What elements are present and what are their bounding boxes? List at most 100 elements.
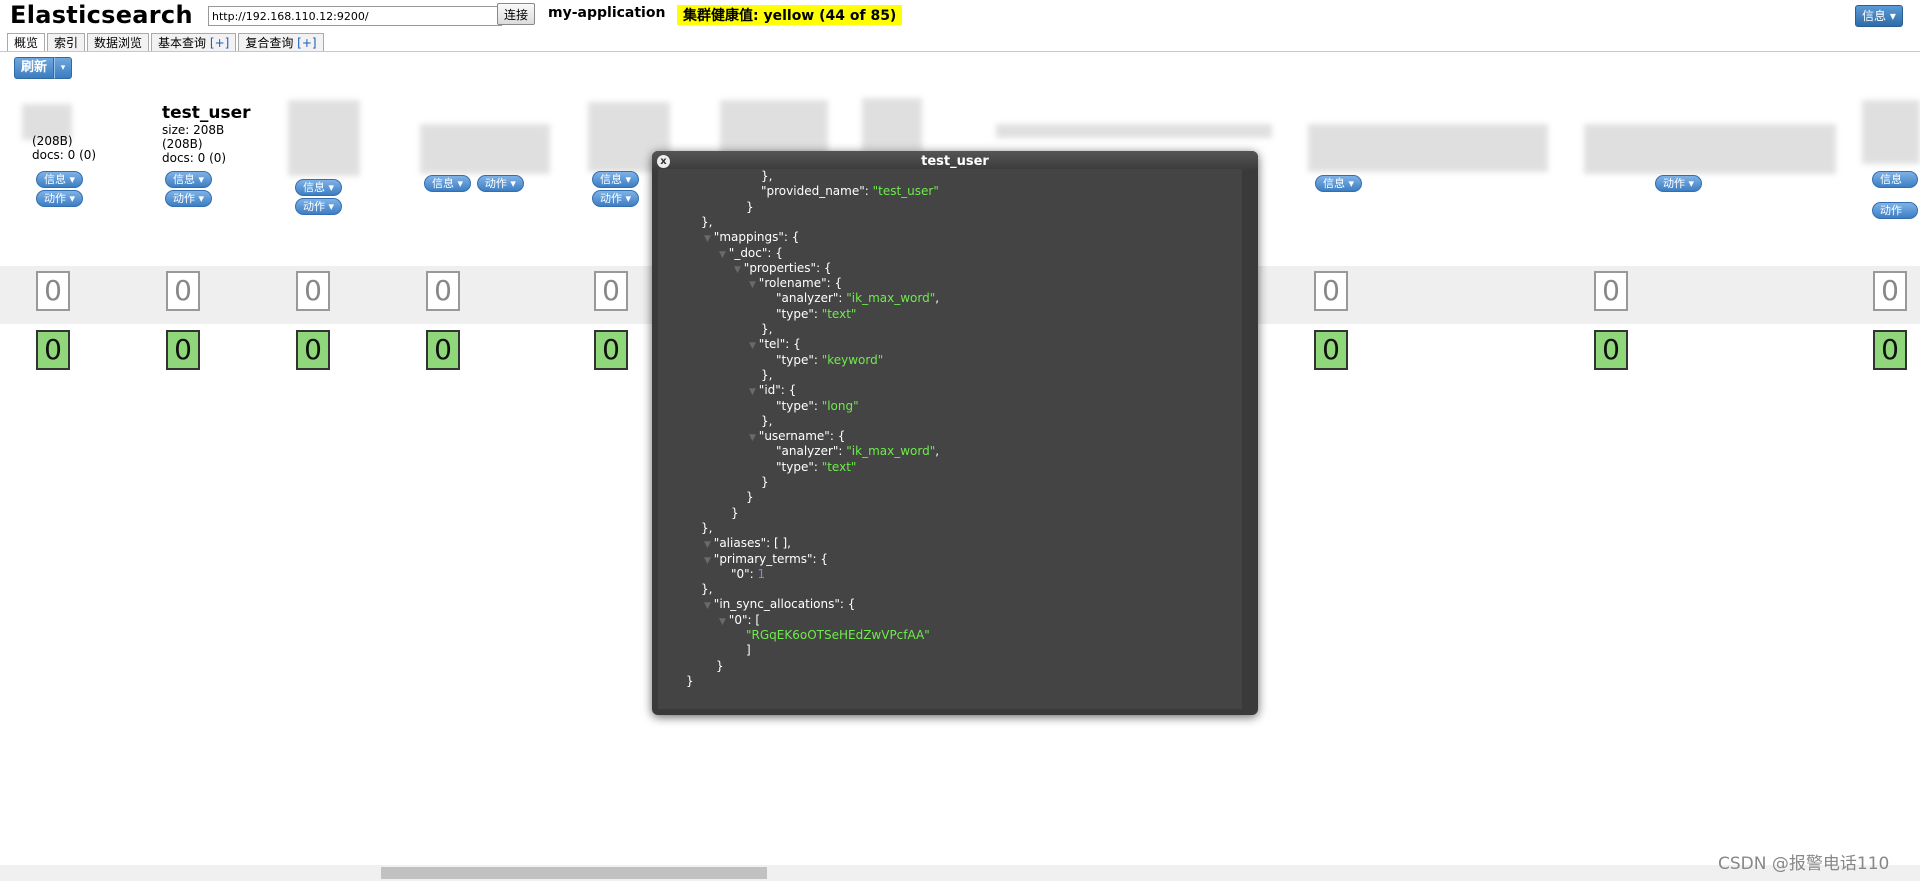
blurred-index-name [420,124,550,174]
index-info-button[interactable]: 信息 ▾ [424,175,472,192]
index-action-button[interactable]: 动作 ▾ [165,190,213,207]
collapse-toggle-icon[interactable]: ▼ [704,601,714,611]
index-size: (208B) [32,134,73,148]
primary-shard-cell[interactable]: 0 [426,330,460,370]
index-action-button[interactable]: 动作 ▾ [1655,175,1703,192]
primary-shard-cell[interactable]: 0 [296,330,330,370]
replica-shard-cell[interactable]: 0 [1314,271,1348,311]
collapse-toggle-icon[interactable]: ▼ [749,433,759,443]
json-line: "type": "text" [776,460,856,475]
json-number: 1 [757,566,766,581]
primary-shard-cell[interactable]: 0 [36,330,70,370]
replica-shard-cell[interactable]: 0 [166,271,200,311]
index-action-button[interactable]: 动作 ▾ [476,175,524,192]
blurred-index-name [1862,100,1920,164]
blurred-index-name [996,124,1272,138]
collapse-toggle-icon[interactable]: ▼ [749,280,759,290]
index-info-button[interactable]: 信息 ▾ [295,179,343,196]
json-token: }, [701,520,713,535]
json-line: }, [701,215,712,230]
json-line: } [746,200,754,215]
blurred-index-name [1584,124,1836,174]
primary-shard-cell[interactable]: 0 [1873,330,1907,370]
index-buttons: 信息 ▾ 动作 ▾ [592,170,641,208]
index-action-button[interactable]: 动作 ▾ [1872,202,1918,232]
index-buttons: 信息 ▾ 动作 ▾ [36,170,85,208]
json-token: "provided_name": [761,184,873,199]
replica-shard-cell[interactable]: 0 [594,271,628,311]
collapse-toggle-icon[interactable]: ▼ [749,387,759,397]
horizontal-scroll-thumb[interactable] [381,867,767,879]
add-tab-link[interactable]: [+] [297,36,316,50]
index-action-button[interactable]: 动作 ▾ [295,198,343,215]
json-token: } [716,658,724,673]
index-info-button[interactable]: 信息 ▾ [592,171,640,188]
replica-shard-cell[interactable]: 0 [1873,271,1907,311]
json-token: "id": { [758,383,797,398]
replica-shard-cell[interactable]: 0 [296,271,330,311]
json-line: }, [701,521,712,536]
index-info-button[interactable]: 信息 ▾ [1872,171,1918,201]
app-logo: Elasticsearch [10,1,193,29]
index-action-button[interactable]: 动作 ▾ [36,190,84,207]
json-token: "in_sync_allocations": { [713,597,856,612]
index-info-button[interactable]: 信息 ▾ [165,171,213,188]
add-tab-link[interactable]: [+] [210,36,229,50]
replica-shard-cell[interactable]: 0 [1594,271,1628,311]
json-line: "type": "keyword" [776,353,883,368]
tab-bar: 概览 索引 数据浏览 基本查询 [+] 复合查询 [+] [7,33,326,52]
json-line: } [731,506,739,521]
collapse-toggle-icon[interactable]: ▼ [719,250,729,260]
json-token: "_doc": { [728,245,783,260]
json-line: "provided_name": "test_user" [761,184,939,199]
refresh-button[interactable]: 刷新 [14,57,55,79]
json-token: "analyzer": [776,444,847,459]
index-info-button[interactable]: 信息 ▾ [1315,175,1363,192]
primary-shard-cell[interactable]: 0 [1314,330,1348,370]
primary-shard-cell[interactable]: 0 [1594,330,1628,370]
index-info-button[interactable]: 信息 ▾ [36,171,84,188]
collapse-toggle-icon[interactable]: ▼ [734,265,744,275]
json-token: }, [761,322,773,336]
json-line: }, [761,414,772,429]
json-string: "text" [821,459,857,474]
json-line: "RGqEK6oOTSeHEdZwVPcfAA" [746,628,930,643]
cluster-health-badge: 集群健康值: yellow (44 of 85) [677,5,903,25]
replica-shard-cell[interactable]: 0 [426,271,460,311]
json-line: } [716,659,724,674]
tab-indices[interactable]: 索引 [47,33,86,52]
index-title: test_user [162,103,251,123]
primary-shard-cell[interactable]: 0 [166,330,200,370]
refresh-control: 刷新 ▾ [14,57,73,79]
json-token: "aliases": [ ], [713,536,791,551]
refresh-dropdown-icon[interactable]: ▾ [54,57,73,79]
tab-overview[interactable]: 概览 [7,33,46,52]
json-token: }, [701,582,713,597]
collapse-toggle-icon[interactable]: ▼ [704,556,714,566]
primary-shard-cell[interactable]: 0 [594,330,628,370]
tab-compound-query[interactable]: 复合查询 [+] [238,33,324,52]
index-buttons: 信息 ▾ 动作 ▾ [165,170,214,208]
collapse-toggle-icon[interactable]: ▼ [704,540,714,550]
cluster-url-input[interactable] [208,6,502,26]
collapse-toggle-icon[interactable]: ▼ [749,341,759,351]
tab-basic-query[interactable]: 基本查询 [+] [151,33,237,52]
connect-button[interactable]: 连接 [497,3,536,25]
index-docs: docs: 0 (0) [32,148,97,162]
cluster-name: my-application [548,5,666,21]
json-token: "type": [776,398,822,413]
tab-browser[interactable]: 数据浏览 [87,33,150,52]
collapse-toggle-icon[interactable]: ▼ [719,617,729,627]
replica-shard-cell[interactable]: 0 [36,271,70,311]
json-line: } [761,475,769,490]
close-icon[interactable]: x [657,155,670,168]
info-menu-button[interactable]: 信息 ▾ [1855,5,1903,27]
json-line: } [746,490,754,505]
horizontal-scrollbar[interactable] [0,865,1920,881]
json-string: "long" [821,398,859,413]
json-token: "0": [ [728,612,761,627]
collapse-toggle-icon[interactable]: ▼ [704,234,714,244]
index-action-button[interactable]: 动作 ▾ [592,190,640,207]
json-token: "type": [776,306,822,321]
json-viewer[interactable]: }, "provided_name": "test_user"}}, ▼ "mapp… [658,169,1242,709]
